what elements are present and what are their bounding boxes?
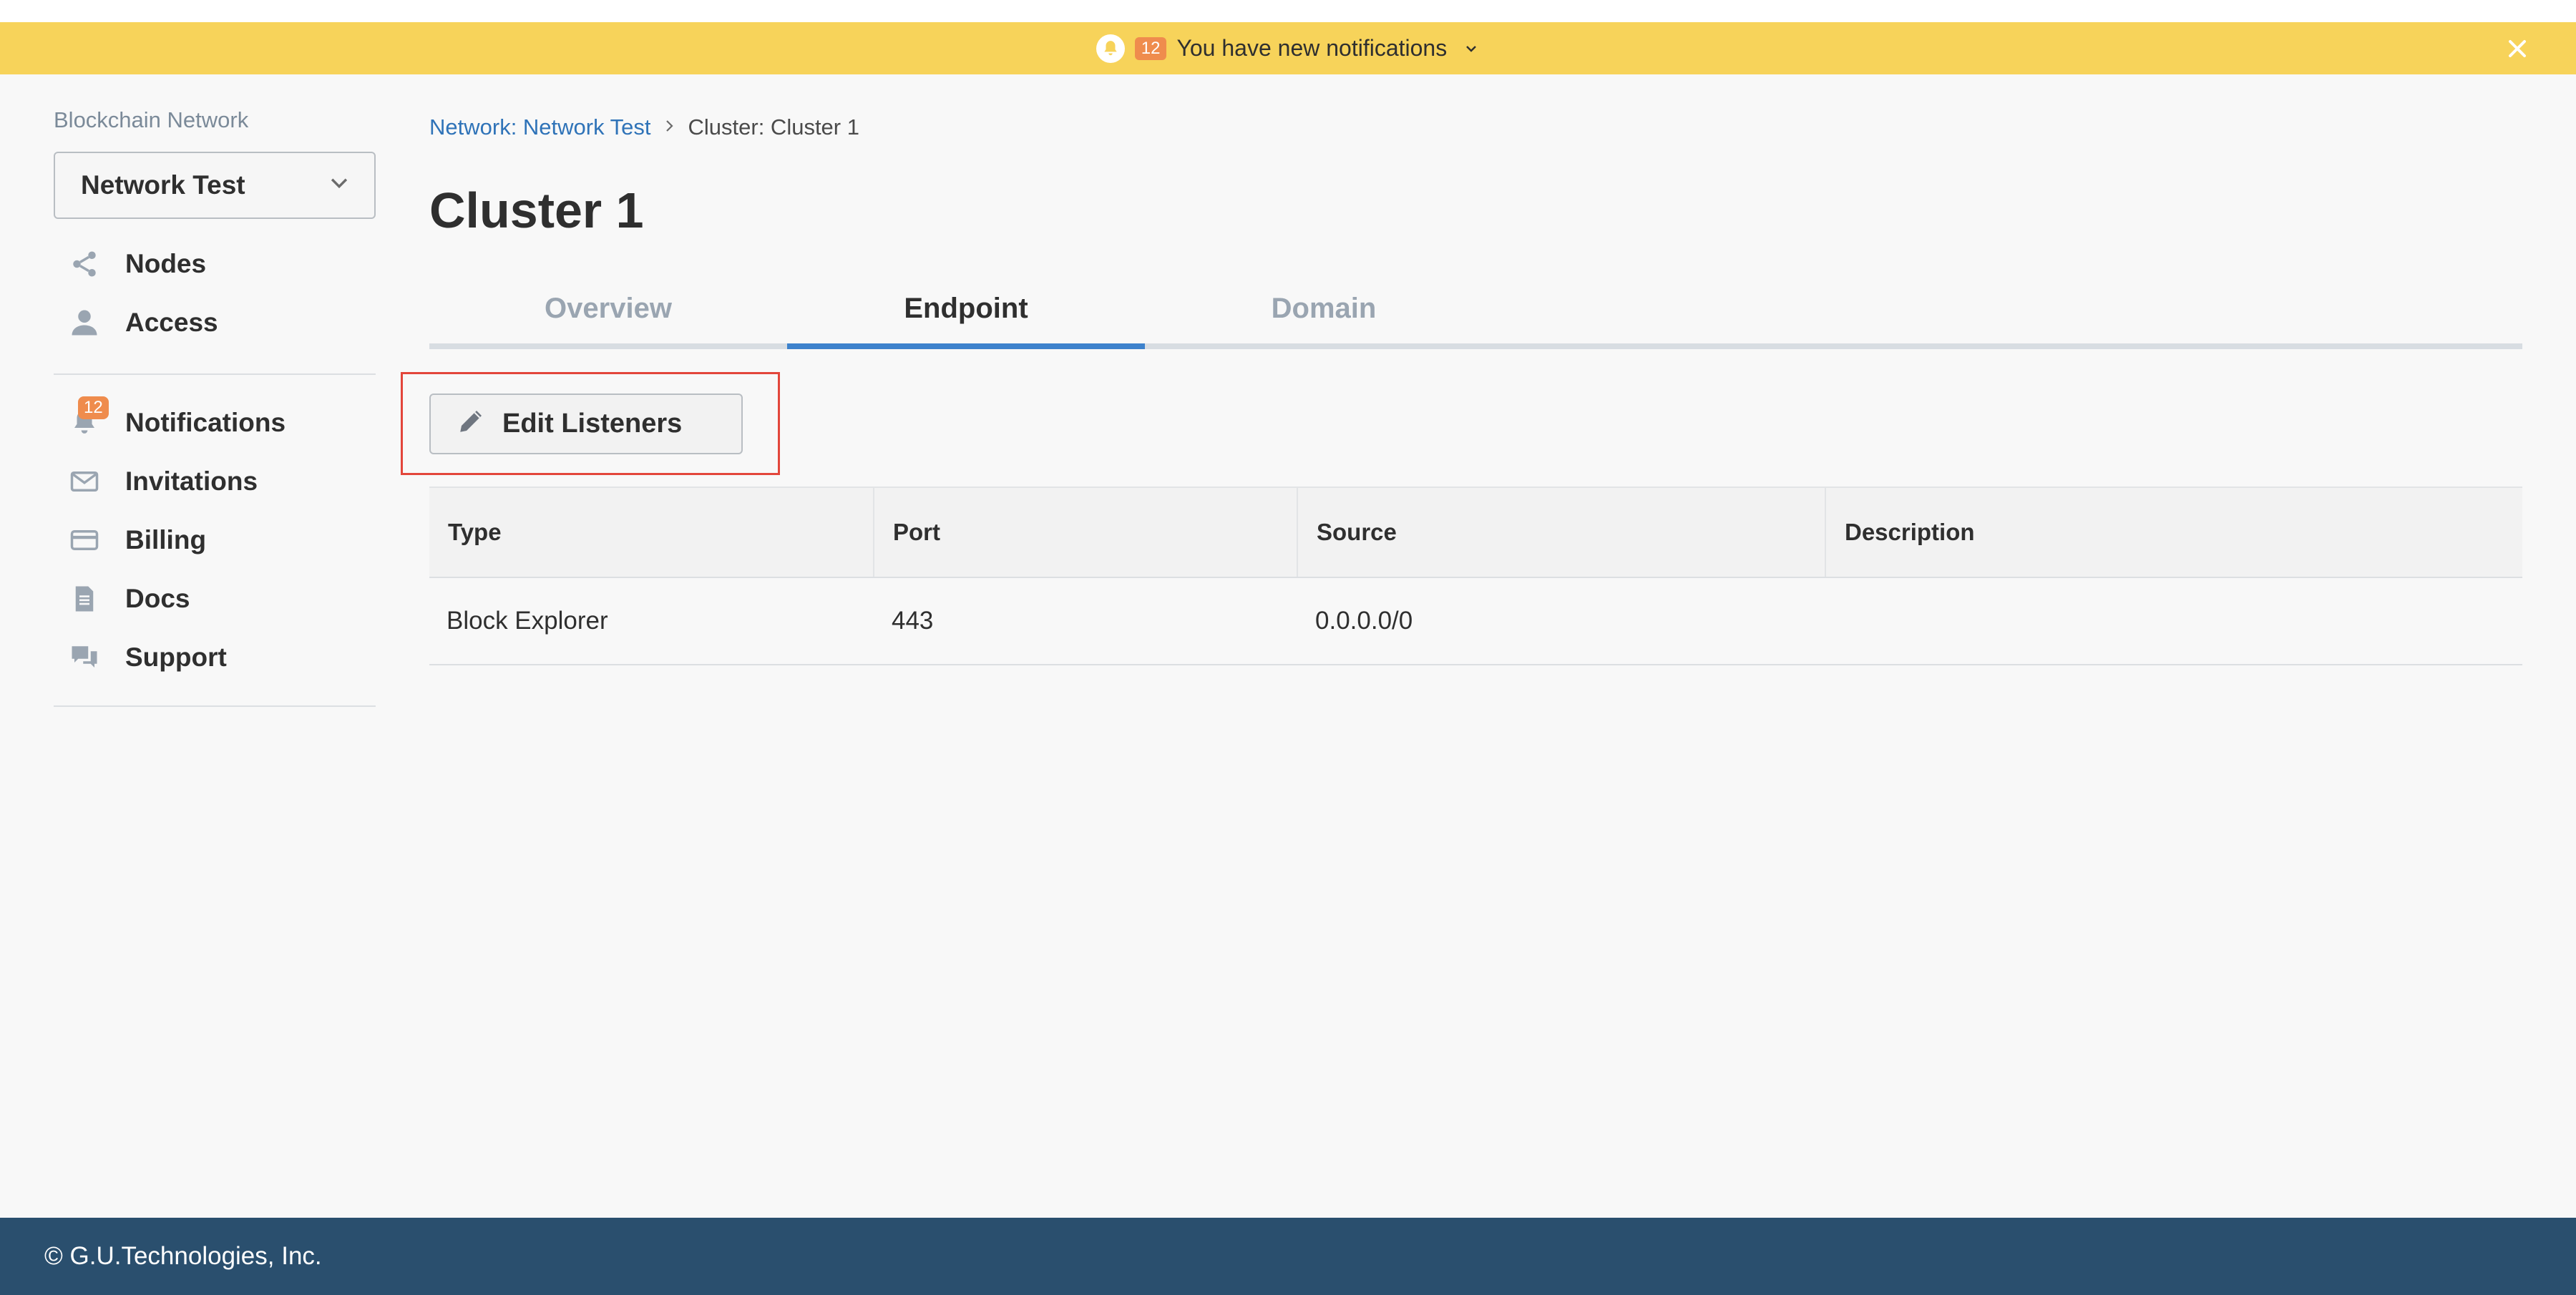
notifications-badge: 12 [78, 396, 109, 419]
tab-endpoint[interactable]: Endpoint [787, 273, 1145, 349]
tab-domain[interactable]: Domain [1145, 273, 1503, 343]
nav-primary: Nodes Access [54, 235, 376, 352]
sidebar-item-invitations[interactable]: Invitations [54, 452, 376, 511]
sidebar-heading: Blockchain Network [54, 107, 249, 132]
listeners-table: Type Port Source Description Block Explo… [429, 487, 2522, 665]
breadcrumb: Network: Network Test Cluster: Cluster 1 [429, 114, 2522, 140]
footer: © G.U.Technologies, Inc. [0, 1218, 2576, 1295]
table-header: Type Port Source Description [429, 487, 2522, 578]
cell-type: Block Explorer [447, 607, 608, 635]
sidebar-divider [54, 705, 376, 707]
main-content: Network: Network Test Cluster: Cluster 1… [429, 114, 2522, 349]
sidebar-item-docs[interactable]: Docs [54, 570, 376, 628]
breadcrumb-network-link[interactable]: Network: Network Test [429, 114, 651, 140]
sidebar-item-nodes[interactable]: Nodes [54, 235, 376, 293]
column-header-description[interactable]: Description [1826, 488, 2522, 577]
pencil-icon [457, 406, 487, 443]
close-icon[interactable] [2503, 34, 2532, 63]
bell-icon [1096, 34, 1125, 63]
column-header-source[interactable]: Source [1298, 488, 1826, 577]
sidebar: Blockchain Network Network Test Nodes Ac… [54, 107, 376, 725]
mail-icon [67, 464, 102, 499]
sidebar-item-label: Invitations [125, 466, 258, 496]
chat-icon [67, 640, 102, 675]
sidebar-item-label: Access [125, 308, 218, 337]
chevron-down-icon[interactable] [1463, 40, 1480, 57]
sidebar-item-notifications[interactable]: 12 Notifications [54, 394, 376, 452]
notification-message: You have new notifications [1176, 35, 1448, 61]
column-header-type[interactable]: Type [429, 488, 874, 577]
sidebar-item-billing[interactable]: Billing [54, 511, 376, 570]
sidebar-divider [54, 373, 376, 375]
table-row[interactable]: Block Explorer 443 0.0.0.0/0 [429, 578, 2522, 665]
edit-listeners-button[interactable]: Edit Listeners [429, 394, 743, 454]
notification-count-badge: 12 [1134, 36, 1167, 60]
sidebar-item-label: Docs [125, 584, 190, 613]
sidebar-item-label: Support [125, 642, 227, 672]
sidebar-item-label: Nodes [125, 249, 207, 278]
page-title: Cluster 1 [429, 182, 644, 238]
breadcrumb-current: Cluster: Cluster 1 [688, 114, 859, 140]
sidebar-item-support[interactable]: Support [54, 628, 376, 687]
network-select-value: Network Test [81, 170, 245, 200]
cell-source: 0.0.0.0/0 [1315, 607, 1413, 635]
notification-bar[interactable]: 12 You have new notifications [0, 22, 2576, 74]
network-select[interactable]: Network Test [54, 152, 376, 219]
user-icon [67, 305, 102, 341]
nav-secondary: 12 Notifications Invitations Billing Doc… [54, 394, 376, 687]
bell-icon: 12 [67, 396, 109, 441]
sidebar-item-label: Billing [125, 525, 207, 554]
document-icon [67, 581, 102, 617]
edit-listeners-label: Edit Listeners [502, 409, 683, 439]
cell-port: 443 [892, 607, 934, 635]
share-icon [67, 246, 102, 282]
chevron-right-icon [663, 114, 677, 140]
sidebar-item-access[interactable]: Access [54, 293, 376, 352]
chevron-down-icon [327, 170, 351, 201]
top-strip [0, 0, 2576, 22]
footer-copyright: © G.U.Technologies, Inc. [44, 1242, 322, 1270]
notification-summary[interactable]: 12 You have new notifications [1096, 34, 1480, 63]
column-header-port[interactable]: Port [874, 488, 1298, 577]
sidebar-item-label: Notifications [125, 408, 286, 437]
tab-bar: Overview Endpoint Domain [429, 273, 2522, 349]
tab-overview[interactable]: Overview [429, 273, 787, 343]
credit-card-icon [67, 522, 102, 558]
